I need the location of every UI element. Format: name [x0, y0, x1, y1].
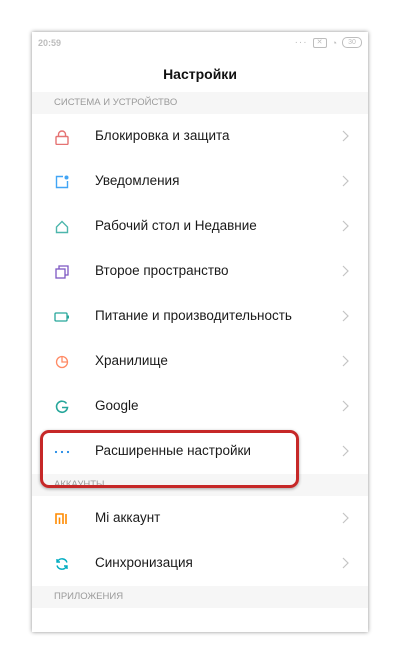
settings-item-label: Mi аккаунт: [95, 510, 161, 525]
settings-item-label: Синхронизация: [95, 555, 193, 570]
wifi-icon: ◔: [331, 37, 337, 48]
page-title: Настройки: [163, 66, 237, 82]
settings-item-lock[interactable]: Блокировка и защита: [32, 114, 368, 159]
pie-icon: [54, 354, 70, 370]
lock-icon: [54, 129, 70, 145]
settings-item-label: Хранилище: [95, 353, 168, 368]
chevron-right-icon: [338, 309, 352, 323]
chevron-right-icon: [338, 264, 352, 278]
settings-item-desktop[interactable]: Рабочий стол и Недавние: [32, 204, 368, 249]
status-icons: ··· ✕ ◔ 30: [295, 37, 362, 48]
chevron-right-icon: [338, 556, 352, 570]
chevron-right-icon: [338, 511, 352, 525]
status-bar: 20:59 ··· ✕ ◔ 30: [32, 32, 368, 54]
notification-icon: [54, 174, 70, 190]
phone-screen: 20:59 ··· ✕ ◔ 30 Настройки СИСТЕМА И УСТ…: [32, 32, 368, 632]
section-header-apps: ПРИЛОЖЕНИЯ: [32, 586, 368, 608]
highlight-frame: [40, 430, 299, 488]
section-header-system: СИСТЕМА И УСТРОЙСТВО: [32, 92, 368, 114]
chevron-right-icon: [338, 444, 352, 458]
settings-item-label: Блокировка и защита: [95, 128, 230, 143]
copy-icon: [54, 264, 70, 280]
settings-item-label: Питание и производительность: [95, 308, 292, 323]
settings-item-mi-account[interactable]: Mi аккаунт: [32, 496, 368, 541]
settings-item-google[interactable]: Google: [32, 384, 368, 429]
mi-icon: [54, 511, 70, 527]
chevron-right-icon: [338, 129, 352, 143]
battery-icon: [54, 309, 70, 325]
settings-item-label: Уведомления: [95, 173, 180, 188]
sim-icon: ✕: [312, 37, 327, 48]
settings-item-label: Второе пространство: [95, 263, 229, 278]
google-icon: [54, 399, 70, 415]
settings-item-storage[interactable]: Хранилище: [32, 339, 368, 384]
status-time: 20:59: [38, 38, 62, 48]
sync-icon: [54, 556, 70, 572]
chevron-right-icon: [338, 174, 352, 188]
battery-level-icon: 30: [342, 37, 362, 48]
settings-item-label: Рабочий стол и Недавние: [95, 218, 257, 233]
settings-item-notifications[interactable]: Уведомления: [32, 159, 368, 204]
settings-item-second-space[interactable]: Второе пространство: [32, 249, 368, 294]
notification-dots-icon: ···: [294, 37, 308, 48]
chevron-right-icon: [338, 399, 352, 413]
settings-item-sync[interactable]: Синхронизация: [32, 541, 368, 586]
chevron-right-icon: [338, 219, 352, 233]
settings-item-power[interactable]: Питание и производительность: [32, 294, 368, 339]
settings-item-label: Google: [95, 398, 139, 413]
home-icon: [54, 219, 70, 235]
chevron-right-icon: [338, 354, 352, 368]
